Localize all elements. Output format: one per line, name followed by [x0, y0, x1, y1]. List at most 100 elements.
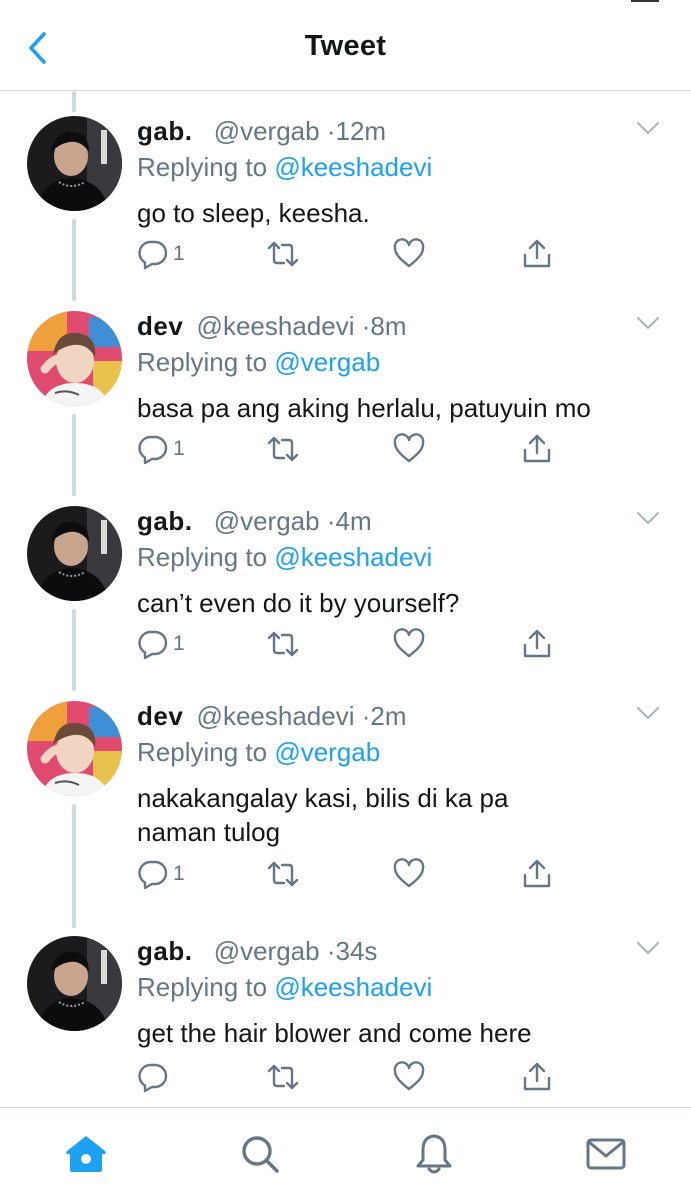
share-icon	[523, 434, 551, 463]
mention-link[interactable]: @vergab	[274, 737, 380, 767]
reply-button[interactable]: 1	[137, 856, 185, 892]
separator-dot: ·	[326, 506, 336, 536]
timestamp: 2m	[370, 701, 407, 731]
retweet-icon	[267, 436, 299, 462]
tweet[interactable]: dev @keeshadevi ·8m Replying to @vergab …	[0, 311, 691, 501]
timestamp: 8m	[370, 311, 407, 341]
tweet-actions: 1	[137, 236, 567, 272]
status-bar-fragment	[631, 0, 659, 2]
tweet-text: go to sleep, keesha.	[137, 198, 370, 228]
chevron-down-icon[interactable]	[635, 508, 661, 528]
display-name[interactable]: dev	[137, 701, 183, 731]
reply-button[interactable]	[137, 1059, 173, 1095]
share-button[interactable]	[521, 856, 553, 892]
heart-icon	[393, 433, 425, 463]
notifications-bell-icon	[416, 1134, 452, 1174]
retweet-button[interactable]	[265, 626, 301, 662]
tweet-text: nakakangalay kasi, bilis di ka pa naman …	[137, 783, 509, 847]
tweet-header: gab. @vergab ·12m	[137, 116, 386, 146]
display-name[interactable]: gab.	[137, 116, 192, 146]
share-button[interactable]	[521, 236, 553, 272]
top-navigation-bar: Tweet	[0, 0, 691, 91]
replying-to-label: Replying to	[137, 347, 275, 377]
heart-icon	[393, 238, 425, 268]
tweet-header: gab. @vergab ·4m	[137, 506, 372, 536]
like-button[interactable]	[392, 1059, 426, 1095]
tweet-actions: 1	[137, 856, 567, 892]
tweet-header: gab. @vergab ·34s	[137, 936, 377, 966]
reply-bubble-icon	[138, 630, 168, 660]
like-button[interactable]	[392, 856, 426, 892]
replying-to-line: Replying to @keeshadevi	[137, 152, 432, 182]
share-button[interactable]	[521, 626, 553, 662]
replying-to-label: Replying to	[137, 152, 275, 182]
retweet-button[interactable]	[265, 236, 301, 272]
tweet-thread[interactable]: gab. @vergab ·12m Replying to @keeshadev…	[0, 91, 691, 1107]
chevron-down-icon[interactable]	[635, 118, 661, 138]
heart-icon	[393, 858, 425, 888]
username[interactable]: @vergab	[214, 116, 320, 146]
replying-to-label: Replying to	[137, 542, 275, 572]
username[interactable]: @keeshadevi	[197, 701, 355, 731]
retweet-button[interactable]	[265, 431, 301, 467]
reply-count: 1	[173, 437, 185, 460]
replying-to-line: Replying to @vergab	[137, 347, 380, 377]
chevron-down-icon[interactable]	[635, 703, 661, 723]
like-button[interactable]	[392, 236, 426, 272]
home-icon	[66, 1136, 106, 1172]
reply-button[interactable]: 1	[137, 236, 185, 272]
retweet-button[interactable]	[265, 856, 301, 892]
avatar[interactable]	[27, 701, 122, 796]
tab-home[interactable]	[62, 1130, 110, 1178]
retweet-button[interactable]	[265, 1059, 301, 1095]
display-name[interactable]: gab.	[137, 506, 192, 536]
tweet[interactable]: gab. @vergab ·4m Replying to @keeshadevi…	[0, 506, 691, 696]
tweet[interactable]: gab. @vergab ·34s Replying to @keeshadev…	[0, 936, 691, 1106]
reply-bubble-icon	[138, 435, 168, 465]
tab-notifications[interactable]	[410, 1130, 458, 1178]
heart-icon	[393, 628, 425, 658]
heart-icon	[393, 1061, 425, 1091]
reply-bubble-icon	[138, 240, 168, 270]
tweet[interactable]: dev @keeshadevi ·2m Replying to @vergab …	[0, 701, 691, 931]
share-button[interactable]	[521, 431, 553, 467]
share-icon	[523, 1062, 551, 1091]
chevron-down-icon[interactable]	[635, 938, 661, 958]
mention-link[interactable]: @keeshadevi	[274, 152, 432, 182]
separator-dot: ·	[326, 116, 336, 146]
like-button[interactable]	[392, 431, 426, 467]
reply-bubble-icon	[138, 1063, 168, 1093]
replying-to-line: Replying to @keeshadevi	[137, 972, 432, 1002]
avatar[interactable]	[27, 506, 122, 601]
mention-link[interactable]: @keeshadevi	[274, 972, 432, 1002]
tab-search[interactable]	[236, 1130, 284, 1178]
reply-button[interactable]: 1	[137, 431, 185, 467]
replying-to-line: Replying to @vergab	[137, 737, 380, 767]
like-button[interactable]	[392, 626, 426, 662]
tab-messages[interactable]	[582, 1130, 630, 1178]
retweet-icon	[267, 241, 299, 267]
display-name[interactable]: dev	[137, 311, 183, 341]
username[interactable]: @vergab	[214, 936, 320, 966]
avatar[interactable]	[27, 936, 122, 1031]
tweet-actions: 1	[137, 626, 567, 662]
search-icon	[242, 1136, 279, 1173]
username[interactable]: @keeshadevi	[197, 311, 355, 341]
mention-link[interactable]: @keeshadevi	[274, 542, 432, 572]
reply-count: 1	[173, 632, 185, 655]
retweet-icon	[267, 631, 299, 657]
avatar[interactable]	[27, 116, 122, 211]
replying-to-label: Replying to	[137, 737, 275, 767]
share-icon	[523, 239, 551, 268]
display-name[interactable]: gab.	[137, 936, 192, 966]
mention-link[interactable]: @vergab	[274, 347, 380, 377]
share-button[interactable]	[521, 1059, 553, 1095]
avatar[interactable]	[27, 311, 122, 406]
chevron-down-icon[interactable]	[635, 313, 661, 333]
tweet[interactable]: gab. @vergab ·12m Replying to @keeshadev…	[0, 116, 691, 306]
reply-button[interactable]: 1	[137, 626, 185, 662]
username[interactable]: @vergab	[214, 506, 320, 536]
tweet-header: dev @keeshadevi ·8m	[137, 311, 407, 341]
tweet-actions: 1	[137, 431, 567, 467]
replying-to-label: Replying to	[137, 972, 275, 1002]
